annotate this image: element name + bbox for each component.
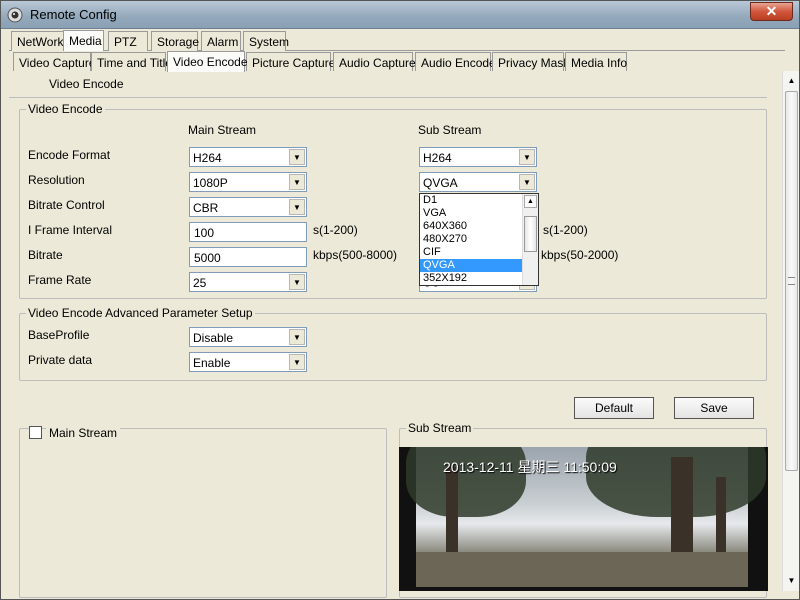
- iframe-interval-label: I Frame Interval: [28, 223, 113, 237]
- chevron-down-icon[interactable]: ▼: [289, 174, 305, 190]
- sub-stream-header: Sub Stream: [418, 123, 482, 137]
- tab-media-info[interactable]: Media Info: [565, 52, 627, 72]
- sub-stream-preview-legend: Sub Stream: [406, 421, 474, 435]
- main-stream-checkbox[interactable]: [29, 426, 42, 439]
- resolution-option-partial[interactable]: QC: [420, 285, 538, 287]
- title-bar[interactable]: Remote Config ✕: [1, 1, 799, 29]
- video-osd-timestamp: 2013-12-11 星期三 11:50:09: [443, 459, 617, 475]
- main-stream-preview-label: Main Stream: [46, 426, 121, 440]
- chevron-down-icon[interactable]: ▼: [289, 274, 305, 290]
- main-bitrate-control-value: CBR: [193, 201, 219, 215]
- video-encode-group: Video Encode: [19, 102, 767, 299]
- resolution-option[interactable]: CIF: [420, 246, 538, 259]
- tab-storage[interactable]: Storage: [151, 31, 199, 51]
- advanced-legend: Video Encode Advanced Parameter Setup: [26, 306, 255, 320]
- sub-encode-format-select[interactable]: H264 ▼: [419, 147, 537, 167]
- resolution-option[interactable]: VGA: [420, 207, 538, 220]
- main-bitrate-hint: kbps(500-8000): [313, 248, 398, 262]
- resolution-option[interactable]: D1: [420, 194, 538, 207]
- base-profile-select[interactable]: Disable ▼: [189, 327, 307, 347]
- main-iframe-interval-input[interactable]: 100: [189, 222, 307, 242]
- dropdown-scroll-thumb[interactable]: [524, 216, 537, 252]
- main-encode-format-value: H264: [193, 151, 222, 165]
- page-heading: Video Encode: [49, 77, 124, 91]
- bitrate-control-label: Bitrate Control: [28, 198, 105, 212]
- main-frame-rate-value: 25: [193, 276, 207, 290]
- grip-icon: [788, 277, 795, 285]
- resolution-option-selected[interactable]: QVGA: [420, 259, 538, 272]
- tab-ptz[interactable]: PTZ: [108, 31, 148, 51]
- main-encode-format-select[interactable]: H264 ▼: [189, 147, 307, 167]
- main-resolution-value: 1080P: [193, 176, 228, 190]
- resolution-option[interactable]: 480X270: [420, 233, 538, 246]
- video-encode-panel: Video Encode Video Encode Main Stream Su…: [9, 71, 785, 598]
- main-stream-header: Main Stream: [188, 123, 257, 137]
- sub-encode-format-value: H264: [423, 151, 452, 165]
- close-icon: ✕: [765, 3, 778, 19]
- video-encode-legend: Video Encode: [26, 102, 105, 116]
- tab-system[interactable]: System: [243, 31, 289, 51]
- tab-audio-encode[interactable]: Audio Encode: [415, 52, 496, 72]
- advanced-group: Video Encode Advanced Parameter Setup: [19, 306, 767, 381]
- frame-rate-label: Frame Rate: [28, 273, 92, 287]
- save-button[interactable]: Save: [674, 397, 754, 419]
- encode-format-label: Encode Format: [28, 148, 111, 162]
- close-button[interactable]: ✕: [750, 2, 793, 21]
- main-iframe-hint: s(1-200): [313, 223, 358, 237]
- private-data-select[interactable]: Enable ▼: [189, 352, 307, 372]
- sub-resolution-select[interactable]: QVGA ▼: [419, 172, 537, 192]
- sub-resolution-value: QVGA: [423, 176, 458, 190]
- private-data-label: Private data: [28, 353, 93, 367]
- main-frame-rate-select[interactable]: 25 ▼: [189, 272, 307, 292]
- scroll-up-icon[interactable]: ▲: [784, 73, 799, 89]
- sub-bitrate-hint: kbps(50-2000): [541, 248, 619, 262]
- dropdown-scrollbar[interactable]: ▲: [522, 194, 538, 285]
- main-bitrate-input[interactable]: 5000: [189, 247, 307, 267]
- page-scroll-thumb[interactable]: [785, 91, 798, 471]
- sub-stream-video: 2013-12-11 星期三 11:50:09: [399, 447, 768, 591]
- chevron-down-icon[interactable]: ▼: [289, 329, 305, 345]
- resolution-dropdown-list[interactable]: D1 VGA 640X360 480X270 CIF QVGA 352X192 …: [419, 193, 539, 287]
- resolution-option[interactable]: 640X360: [420, 220, 538, 233]
- scroll-down-icon[interactable]: ▼: [784, 573, 799, 589]
- base-profile-label: BaseProfile: [28, 328, 90, 342]
- chevron-down-icon[interactable]: ▼: [289, 199, 305, 215]
- main-bitrate-control-select[interactable]: CBR ▼: [189, 197, 307, 217]
- chevron-down-icon[interactable]: ▼: [289, 149, 305, 165]
- tab-audio-capture[interactable]: Audio Capture: [333, 52, 416, 72]
- chevron-down-icon[interactable]: ▼: [519, 149, 535, 165]
- main-stream-preview-group: [19, 428, 387, 598]
- private-data-value: Enable: [193, 356, 231, 370]
- default-button[interactable]: Default: [574, 397, 654, 419]
- window-title: Remote Config: [30, 7, 117, 22]
- heading-divider: [9, 97, 767, 98]
- tab-network[interactable]: NetWork: [11, 31, 65, 51]
- camera-app-icon: [7, 7, 23, 23]
- chevron-down-icon[interactable]: ▼: [519, 174, 535, 190]
- tab-privacy-mask[interactable]: Privacy Mask: [492, 52, 569, 72]
- chevron-down-icon[interactable]: ▼: [289, 354, 305, 370]
- sub-iframe-hint: s(1-200): [543, 223, 588, 237]
- tab-media[interactable]: Media: [63, 30, 104, 51]
- scroll-up-icon[interactable]: ▲: [524, 195, 537, 208]
- tab-video-capture[interactable]: Video Capture: [13, 52, 96, 72]
- base-profile-value: Disable: [193, 331, 234, 345]
- page-scrollbar[interactable]: ▲ ▼: [782, 71, 799, 591]
- resolution-option[interactable]: 352X192: [420, 272, 538, 285]
- bitrate-label: Bitrate: [28, 248, 63, 262]
- main-resolution-select[interactable]: 1080P ▼: [189, 172, 307, 192]
- remote-config-window: Remote Config ✕ NetWork Media PTZ Storag…: [0, 0, 800, 600]
- resolution-label: Resolution: [28, 173, 85, 187]
- tab-video-encode[interactable]: Video Encode: [167, 51, 248, 72]
- tab-picture-capture[interactable]: Picture Capture: [246, 52, 335, 72]
- tab-alarm[interactable]: Alarm: [201, 31, 241, 51]
- tab-time-and-title[interactable]: Time and Title: [91, 52, 172, 72]
